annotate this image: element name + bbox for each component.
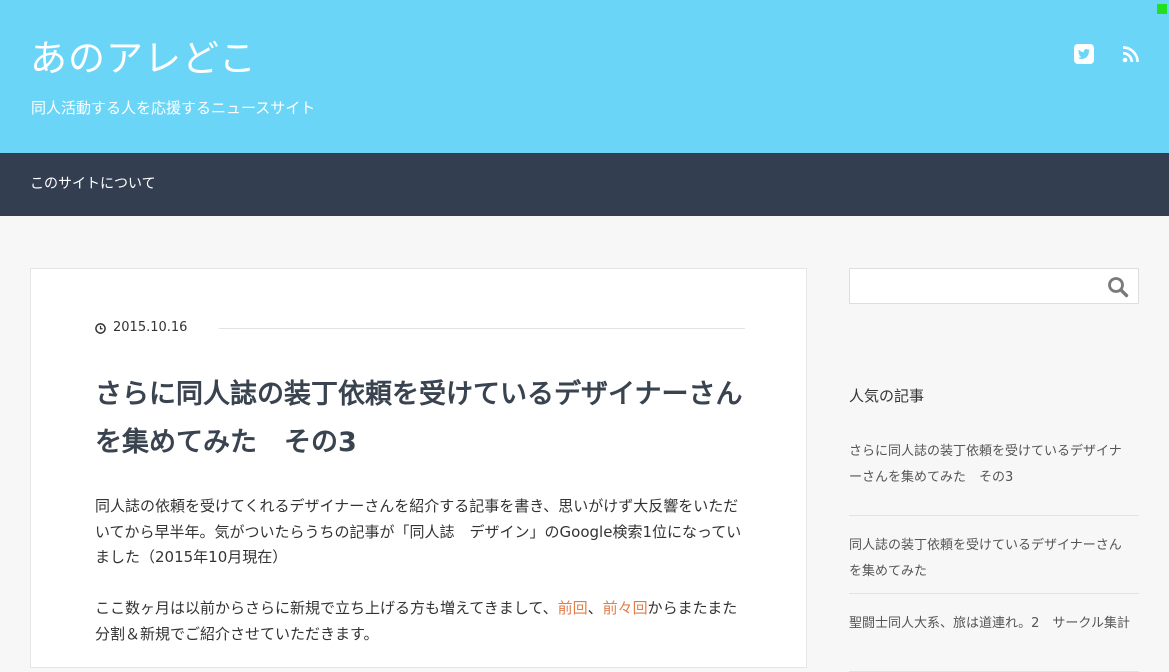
list-item: 同人誌の装丁依頼を受けているデザイナーさんを集めてみた [849, 516, 1139, 594]
status-dot [1157, 4, 1167, 14]
rss-icon[interactable] [1121, 44, 1141, 64]
twitter-icon[interactable] [1074, 44, 1094, 64]
previous-post-link[interactable]: 前回 [558, 599, 588, 617]
paragraph-text: 、 [587, 599, 603, 617]
site-title[interactable]: あのアレどこ [30, 40, 257, 77]
list-item: 聖闘士同人大系、旅は道連れ。2 サークル集計 [849, 594, 1139, 672]
main-nav: このサイトについて [0, 153, 1169, 216]
popular-posts-list: さらに同人誌の装丁依頼を受けているデザイナーさんを集めてみた その3 同人誌の装… [849, 438, 1139, 672]
paragraph-text: ここ数ヶ月は以前からさらに新規で立ち上げる方も増えてきまして、 [95, 599, 558, 617]
popular-post-link[interactable]: 同人誌の装丁依頼を受けているデザイナーさんを集めてみた [849, 533, 1134, 585]
post-paragraph: 同人誌の依頼を受けてくれるデザイナーさんを紹介する記事を書き、思いがけず大反響を… [95, 497, 742, 566]
nav-item-about[interactable]: このサイトについて [30, 177, 156, 191]
site-description: 同人活動する人を応援するニュースサイト [31, 99, 316, 117]
post-title: さらに同人誌の装丁依頼を受けているデザイナーさんを集めてみた その3 [95, 379, 743, 458]
post-paragraph: ここ数ヶ月は以前からさらに新規で立ち上げる方も増えてきまして、前回、前々回からま… [95, 596, 750, 647]
clock-icon [95, 323, 106, 334]
popular-post-link[interactable]: 聖闘士同人大系、旅は道連れ。2 サークル集計 [849, 611, 1134, 637]
site-header: あのアレどこ 同人活動する人を応援するニュースサイト [0, 0, 1169, 153]
search-button[interactable] [1106, 275, 1130, 299]
post-meta: 2015.10.16 [95, 320, 745, 336]
popular-posts-title: 人気の記事 [849, 387, 925, 405]
list-item: さらに同人誌の装丁依頼を受けているデザイナーさんを集めてみた その3 [849, 438, 1139, 516]
popular-post-link[interactable]: さらに同人誌の装丁依頼を受けているデザイナーさんを集めてみた その3 [849, 439, 1134, 491]
post-date: 2015.10.16 [113, 320, 188, 335]
search-input[interactable] [850, 269, 1116, 303]
article-card: 2015.10.16 さらに同人誌の装丁依頼を受けているデザイナーさんを集めてみ… [30, 268, 807, 668]
second-previous-post-link[interactable]: 前々回 [603, 599, 648, 617]
search-form [849, 268, 1139, 304]
divider [219, 328, 745, 329]
search-icon [1108, 277, 1129, 298]
